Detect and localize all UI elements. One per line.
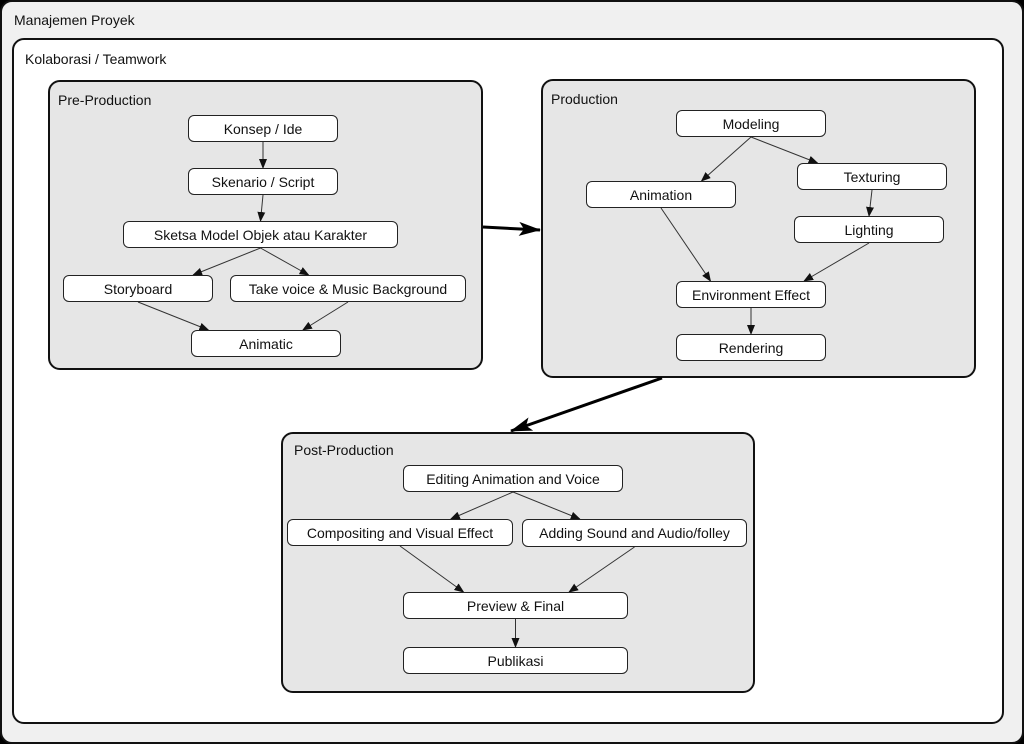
edge-voice-to-animatic bbox=[302, 301, 349, 331]
node-preview: Preview & Final bbox=[403, 592, 628, 619]
node-env: Environment Effect bbox=[676, 281, 826, 308]
node-lighting: Lighting bbox=[794, 216, 944, 243]
node-animation: Animation bbox=[586, 181, 736, 208]
node-editing: Editing Animation and Voice bbox=[403, 465, 623, 492]
node-compositing: Compositing and Visual Effect bbox=[287, 519, 513, 546]
edge-sketsa-to-voice bbox=[260, 247, 310, 276]
edges-layer bbox=[137, 136, 875, 648]
node-sound: Adding Sound and Audio/folley bbox=[522, 519, 747, 547]
edge-sketsa-to-storyboard bbox=[192, 247, 261, 276]
node-sketsa: Sketsa Model Objek atau Karakter bbox=[123, 221, 398, 248]
node-voice: Take voice & Music Background bbox=[230, 275, 466, 302]
edge-storyboard-to-animatic bbox=[137, 301, 210, 331]
edge-modeling-to-texturing bbox=[750, 136, 819, 164]
edge-modeling-to-animation bbox=[700, 136, 752, 182]
node-texturing: Texturing bbox=[797, 163, 947, 190]
edge-texturing-to-lighting bbox=[866, 189, 875, 217]
node-konsep: Konsep / Ide bbox=[188, 115, 338, 142]
node-rendering: Rendering bbox=[676, 334, 826, 361]
edge-skenario-to-sketsa bbox=[257, 194, 266, 222]
edge-production-to-post bbox=[510, 376, 663, 433]
edge-editing-to-sound bbox=[512, 491, 581, 520]
node-skenario: Skenario / Script bbox=[188, 168, 338, 195]
node-modeling: Modeling bbox=[676, 110, 826, 137]
node-animatic: Animatic bbox=[191, 330, 341, 357]
edge-compositing-to-preview bbox=[399, 545, 465, 593]
edge-animation-to-env bbox=[660, 207, 712, 282]
edge-sound-to-preview bbox=[568, 546, 635, 593]
node-storyboard: Storyboard bbox=[63, 275, 213, 302]
edge-lighting-to-env bbox=[803, 242, 870, 282]
node-publikasi: Publikasi bbox=[403, 647, 628, 674]
edge-editing-to-compositing bbox=[449, 491, 514, 520]
edge-pre-to-production bbox=[482, 221, 541, 236]
